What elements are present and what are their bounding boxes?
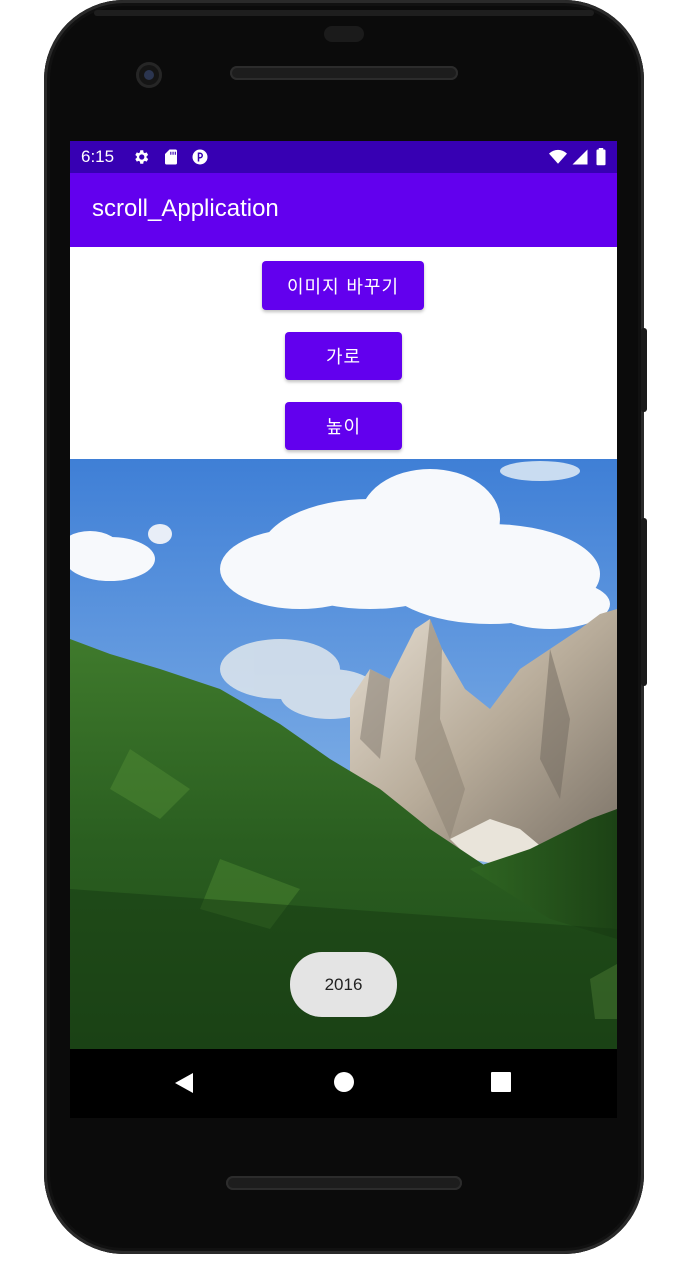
- battery-icon: [596, 148, 606, 166]
- recents-icon[interactable]: [491, 1072, 511, 1092]
- power-button: [641, 328, 647, 412]
- navigation-bar: [70, 1049, 617, 1118]
- device-screen: 6:15 scroll_Application 이미지 바꾸기 가로 높이 20…: [70, 141, 617, 1118]
- app-title: scroll_Application: [92, 195, 279, 222]
- sd-card-icon: [165, 149, 177, 165]
- app-notification-icon: [192, 149, 208, 165]
- bezel-sheen: [94, 10, 594, 16]
- wifi-icon: [549, 149, 567, 164]
- front-camera: [136, 62, 162, 88]
- status-bar: 6:15: [70, 141, 617, 173]
- width-button[interactable]: 가로: [285, 332, 402, 380]
- volume-button: [641, 518, 647, 686]
- height-button[interactable]: 높이: [285, 402, 402, 450]
- bottom-speaker: [226, 1176, 462, 1190]
- button-panel: 이미지 바꾸기 가로 높이: [70, 247, 617, 459]
- cell-signal-icon: [572, 149, 588, 165]
- toast-message: 2016: [290, 952, 397, 1017]
- change-image-button[interactable]: 이미지 바꾸기: [262, 261, 424, 310]
- back-icon[interactable]: [173, 1071, 195, 1095]
- app-bar: scroll_Application: [70, 173, 617, 247]
- earpiece-speaker: [230, 66, 458, 80]
- status-time: 6:15: [81, 147, 115, 166]
- gear-icon: [135, 150, 149, 164]
- proximity-sensor: [324, 26, 364, 42]
- home-icon[interactable]: [333, 1071, 355, 1093]
